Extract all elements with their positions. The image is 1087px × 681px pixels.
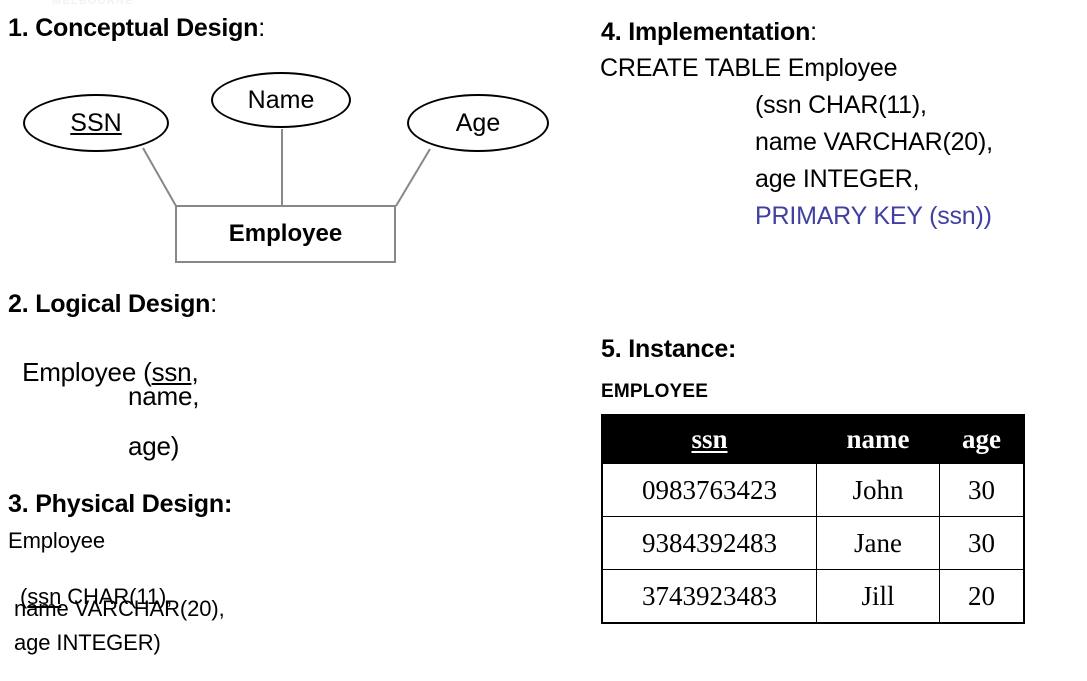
table-header-ssn: ssn xyxy=(601,414,817,464)
implementation-step-title: Implementation xyxy=(628,18,811,46)
table-header-row: ssn name age xyxy=(601,414,1025,464)
instance-step-number: 5. xyxy=(601,335,622,363)
physical-step-title: Physical Design: xyxy=(35,490,233,518)
sql-line-primary-key: PRIMARY KEY (ssn)) xyxy=(755,202,992,230)
conceptual-step-colon: : xyxy=(258,14,265,42)
cell-ssn: 9384392483 xyxy=(601,516,817,570)
conceptual-step-number: 1. xyxy=(8,14,29,42)
sql-line-name-column: name VARCHAR(20), xyxy=(755,128,993,156)
table-row: 3743923483 Jill 20 xyxy=(601,569,1025,624)
physical-step-number: 3. xyxy=(8,490,29,518)
er-entity-employee-label: Employee xyxy=(228,220,343,247)
table-header-name-label: name xyxy=(846,424,910,454)
table-header-age: age xyxy=(939,414,1025,464)
instance-table-caption: EMPLOYEE xyxy=(601,381,709,402)
cell-age: 30 xyxy=(939,463,1025,517)
instance-table: ssn name age 0983763423 John 30 93843924… xyxy=(601,414,1025,624)
table-row: 0983763423 John 30 xyxy=(601,463,1025,517)
table-header-ssn-label: ssn xyxy=(691,424,728,454)
cell-ssn: 3743923483 xyxy=(601,569,817,624)
heading-implementation: 4. Implementation: xyxy=(601,20,817,45)
table-header-name: name xyxy=(816,414,940,464)
er-attribute-ssn: SSN xyxy=(23,94,169,152)
cell-age: 20 xyxy=(939,569,1025,624)
sql-line-age-column: age INTEGER, xyxy=(755,165,920,193)
conceptual-step-title: Conceptual Design xyxy=(35,14,259,42)
physical-design-line-4: age INTEGER) xyxy=(8,630,161,655)
er-attribute-name-label: Name xyxy=(247,85,315,114)
cell-name: John xyxy=(816,463,940,517)
er-entity-employee: Employee xyxy=(175,205,396,263)
sql-line-create-table: CREATE TABLE Employee xyxy=(600,54,898,82)
instance-step-title: Instance: xyxy=(628,335,737,363)
logical-step-colon: : xyxy=(210,290,217,318)
physical-design-line-1: Employee xyxy=(8,528,106,553)
heading-physical-design: 3. Physical Design: xyxy=(8,492,232,517)
cell-age: 30 xyxy=(939,516,1025,570)
cell-name: Jill xyxy=(816,569,940,624)
heading-instance: 5. Instance: xyxy=(601,337,736,362)
er-diagram: SSN Name Age Employee xyxy=(0,60,580,280)
er-attribute-age-label: Age xyxy=(455,108,501,137)
heading-logical-design: 2. Logical Design: xyxy=(8,292,217,317)
logical-design-line-1: Employee (ssn, xyxy=(8,333,199,385)
table-header-age-label: age xyxy=(962,424,1001,454)
connector-ssn-to-employee xyxy=(142,147,177,207)
cell-ssn: 0983763423 xyxy=(601,463,817,517)
cell-name: Jane xyxy=(816,516,940,570)
implementation-step-colon: : xyxy=(810,18,817,46)
er-attribute-age: Age xyxy=(407,94,549,152)
sql-line-ssn-column: (ssn CHAR(11), xyxy=(755,91,927,119)
er-attribute-ssn-label: SSN xyxy=(70,108,122,137)
connector-age-to-employee xyxy=(395,148,431,207)
logical-design-line-2: name, xyxy=(128,381,200,411)
heading-conceptual-design: 1. Conceptual Design: xyxy=(8,16,265,41)
table-row: 9384392483 Jane 30 xyxy=(601,516,1025,570)
logical-step-title: Logical Design xyxy=(35,290,211,318)
er-attribute-name: Name xyxy=(211,72,351,128)
watermark-text: MELBOURNE xyxy=(52,0,134,7)
logical-design-line-3: age) xyxy=(128,431,180,461)
physical-design-line-3: name VARCHAR(20), xyxy=(8,596,225,621)
logical-step-number: 2. xyxy=(8,290,29,318)
implementation-step-number: 4. xyxy=(601,18,622,46)
